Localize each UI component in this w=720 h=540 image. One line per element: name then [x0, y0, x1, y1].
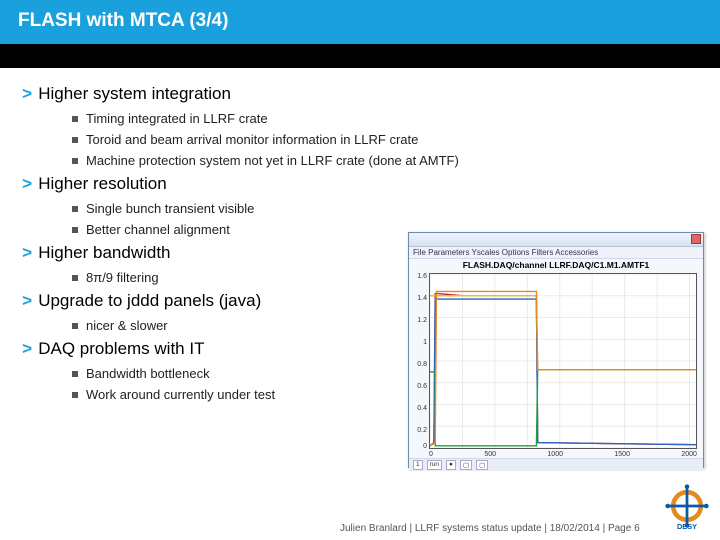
ytick: 0.6	[413, 383, 427, 390]
subbullet: Single bunch transient visible	[72, 201, 698, 216]
square-icon	[72, 137, 78, 143]
chart-caption: FLASH.DAQ/channel LLRF.DAQ/C1.M1.AMTF1	[409, 259, 703, 271]
bullet-5-text: DAQ problems with IT	[38, 339, 204, 358]
chevron-icon: >	[22, 245, 32, 264]
svg-text:DESY: DESY	[677, 522, 697, 529]
bullet-2-text: Higher resolution	[38, 174, 167, 193]
square-icon	[72, 116, 78, 122]
subbullet: Timing integrated in LLRF crate	[72, 111, 698, 126]
subbullet: Toroid and beam arrival monitor informat…	[72, 132, 698, 147]
chevron-icon: >	[22, 86, 32, 105]
ytick: 1	[413, 339, 427, 346]
ytick: 1.6	[413, 273, 427, 280]
footer-text: Julien Branlard | LLRF systems status up…	[340, 523, 640, 534]
chevron-icon: >	[22, 341, 32, 360]
square-icon	[72, 158, 78, 164]
ytick: 1.2	[413, 317, 427, 324]
accent-strip	[0, 44, 720, 68]
subbullet: Machine protection system not yet in LLR…	[72, 153, 698, 168]
chart-titlebar	[409, 233, 703, 247]
bullet-4-text: Upgrade to jddd panels (java)	[38, 291, 261, 310]
plot-svg	[430, 274, 696, 448]
close-icon[interactable]	[691, 234, 701, 244]
square-icon	[72, 206, 78, 212]
bullet-1: > Higher system integration	[22, 84, 698, 105]
square-icon	[72, 227, 78, 233]
square-icon	[72, 392, 78, 398]
ytick: 0.4	[413, 405, 427, 412]
square-icon	[72, 275, 78, 281]
ytick: 0.8	[413, 361, 427, 368]
chart-menu[interactable]: File Parameters Yscales Options Filters …	[409, 247, 703, 259]
ytick: 0	[413, 443, 427, 450]
chevron-icon: >	[22, 176, 32, 195]
bullet-1-text: Higher system integration	[38, 84, 231, 103]
ytick: 0.2	[413, 427, 427, 434]
chevron-icon: >	[22, 293, 32, 312]
square-icon	[72, 371, 78, 377]
bullet-2: > Higher resolution	[22, 174, 698, 195]
slide-title: FLASH with MTCA (3/4)	[0, 0, 720, 44]
plot-area	[429, 273, 697, 449]
ytick: 1.4	[413, 295, 427, 302]
bullet-3-text: Higher bandwidth	[38, 243, 170, 262]
chart-window: File Parameters Yscales Options Filters …	[408, 232, 704, 468]
square-icon	[72, 323, 78, 329]
xaxis: 0 500 1000 1500 2000	[429, 451, 697, 458]
desy-logo: DESY	[664, 483, 710, 534]
chart-statusbar: 1run●▢▢	[409, 458, 703, 471]
